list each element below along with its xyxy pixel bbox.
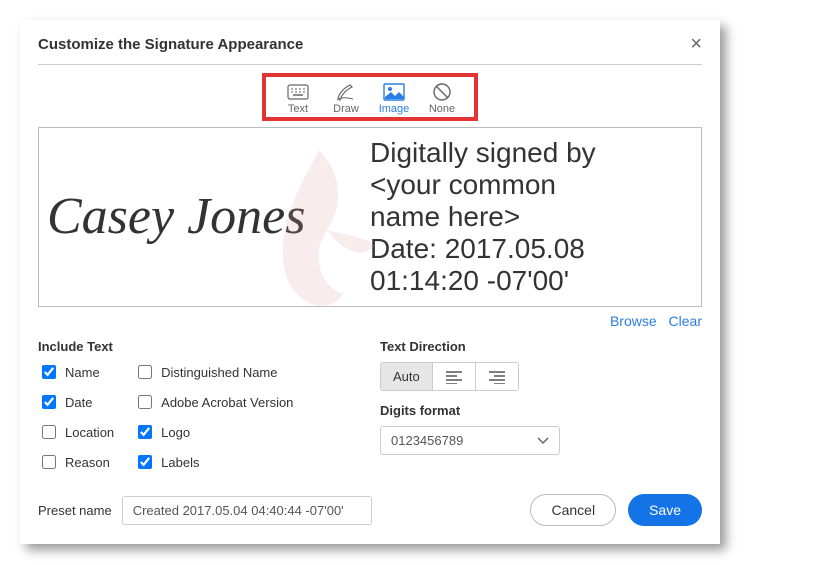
mode-image-label: Image	[370, 103, 418, 115]
sig-line-1: Digitally signed by	[370, 137, 693, 169]
check-name[interactable]: Name	[38, 362, 114, 382]
mode-draw-label: Draw	[322, 103, 370, 115]
include-text-heading: Include Text	[38, 339, 360, 354]
check-date-box[interactable]	[42, 395, 56, 409]
preview-links: Browse Clear	[38, 313, 702, 329]
text-direction-heading: Text Direction	[380, 339, 702, 354]
preset-name-input[interactable]	[122, 496, 372, 525]
dialog-buttons: Cancel Save	[530, 494, 702, 526]
align-right-icon	[488, 370, 506, 384]
check-version-box[interactable]	[138, 395, 152, 409]
mode-highlight-box: Text Draw Image None	[262, 73, 478, 121]
digits-format-value: 0123456789	[391, 433, 463, 448]
check-date[interactable]: Date	[38, 392, 114, 412]
dialog-title: Customize the Signature Appearance	[38, 36, 303, 53]
mode-image[interactable]: Image	[370, 81, 418, 115]
check-labels-box[interactable]	[138, 455, 152, 469]
check-dn-box[interactable]	[138, 365, 152, 379]
close-icon[interactable]: ×	[690, 34, 702, 54]
cancel-button[interactable]: Cancel	[530, 494, 616, 526]
options-row: Include Text Name Date Location Reason D…	[38, 339, 702, 472]
digits-format-heading: Digits format	[380, 403, 702, 418]
dir-ltr-button[interactable]	[433, 363, 476, 390]
digits-format-select[interactable]: 0123456789	[380, 426, 560, 455]
signature-details: Digitally signed by <your common name he…	[370, 137, 693, 298]
sig-line-5: 01:14:20 -07'00'	[370, 265, 693, 297]
mode-draw[interactable]: Draw	[322, 81, 370, 115]
check-reason[interactable]: Reason	[38, 452, 114, 472]
sig-line-3: name here>	[370, 201, 693, 233]
signature-appearance-dialog: Customize the Signature Appearance × Tex…	[20, 20, 720, 544]
chevron-down-icon	[537, 437, 549, 445]
sig-line-2: <your common	[370, 169, 693, 201]
preset-section: Preset name	[38, 496, 372, 525]
dir-auto-button[interactable]: Auto	[381, 363, 433, 390]
mode-none-label: None	[418, 103, 466, 115]
check-name-box[interactable]	[42, 365, 56, 379]
dialog-header: Customize the Signature Appearance ×	[38, 34, 702, 65]
footer-row: Preset name Cancel Save	[38, 494, 702, 526]
include-text-section: Include Text Name Date Location Reason D…	[38, 339, 360, 472]
save-button[interactable]: Save	[628, 494, 702, 526]
check-logo-box[interactable]	[138, 425, 152, 439]
sig-line-4: Date: 2017.05.08	[370, 233, 693, 265]
clear-link[interactable]: Clear	[669, 313, 702, 329]
none-icon	[418, 81, 466, 103]
mode-row: Text Draw Image None	[38, 73, 702, 121]
mode-none[interactable]: None	[418, 81, 466, 115]
mode-text-label: Text	[274, 103, 322, 115]
signature-name: Casey Jones	[47, 191, 370, 243]
check-location-box[interactable]	[42, 425, 56, 439]
mode-text[interactable]: Text	[274, 81, 322, 115]
text-direction-section: Text Direction Auto Digits format 012345…	[380, 339, 702, 472]
text-direction-group: Auto	[380, 362, 519, 391]
check-logo[interactable]: Logo	[134, 422, 293, 442]
browse-link[interactable]: Browse	[610, 313, 657, 329]
check-labels[interactable]: Labels	[134, 452, 293, 472]
image-icon	[370, 81, 418, 103]
check-reason-box[interactable]	[42, 455, 56, 469]
keyboard-icon	[274, 81, 322, 103]
dir-rtl-button[interactable]	[476, 363, 518, 390]
preset-label: Preset name	[38, 503, 112, 518]
check-version[interactable]: Adobe Acrobat Version	[134, 392, 293, 412]
pencil-icon	[322, 81, 370, 103]
check-location[interactable]: Location	[38, 422, 114, 442]
check-dn[interactable]: Distinguished Name	[134, 362, 293, 382]
align-left-icon	[445, 370, 463, 384]
signature-preview: Casey Jones Digitally signed by <your co…	[38, 127, 702, 307]
